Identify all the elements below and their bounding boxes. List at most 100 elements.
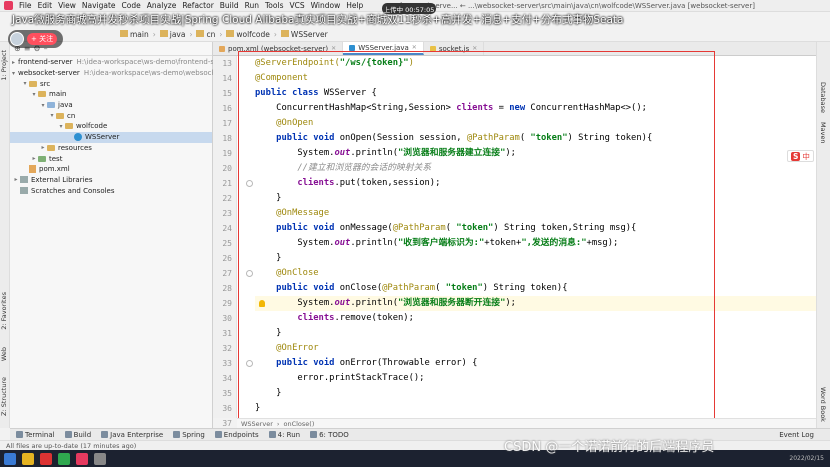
breakpoint-marker-icon[interactable] (246, 270, 253, 277)
start-icon[interactable] (4, 452, 16, 465)
expand-arrow-icon[interactable]: ▾ (12, 70, 15, 77)
code-line[interactable]: System.out.println("浏览器和服务器建立连接"); (255, 146, 516, 161)
chat-icon[interactable] (58, 452, 70, 465)
code-line[interactable]: System.out.println("浏览器和服务器断开连接"); (255, 296, 830, 311)
explorer-icon[interactable] (22, 452, 34, 465)
menu-window[interactable]: Window (311, 1, 341, 10)
code-line[interactable]: } (255, 386, 281, 401)
code-line[interactable]: public void onOpen(Session session, @Pat… (255, 131, 652, 146)
code-line[interactable]: public class WSServer { (255, 86, 377, 101)
expand-arrow-icon[interactable]: ▸ (12, 59, 15, 66)
expand-arrow-icon[interactable]: ▾ (21, 80, 29, 87)
menu-file[interactable]: File (19, 1, 32, 10)
expand-arrow-icon[interactable]: ▾ (30, 91, 38, 98)
left-tool-tab[interactable]: Web (0, 347, 10, 361)
code-line[interactable]: } (255, 401, 260, 416)
tree-item[interactable]: ▾ cn (10, 110, 212, 121)
intellij-taskbar-icon[interactable] (76, 452, 88, 465)
code-line[interactable]: clients.put(token,session); (255, 176, 440, 191)
menu-run[interactable]: Run (245, 1, 259, 10)
menu-view[interactable]: View (58, 1, 76, 10)
menu-refactor[interactable]: Refactor (182, 1, 213, 10)
menu-navigate[interactable]: Navigate (82, 1, 116, 10)
code-line[interactable]: @OnMessage (255, 206, 329, 221)
code-line[interactable]: error.printStackTrace(); (255, 371, 424, 386)
event-log-button[interactable]: Event Log (779, 431, 814, 439)
code-editor[interactable]: } } error.printStackTrace(); public void… (237, 56, 830, 418)
code-line[interactable]: @OnOpen (255, 116, 313, 131)
editor-tab[interactable]: pom.xml (websocket-server) ✕ (213, 42, 344, 55)
expand-arrow-icon[interactable]: ▾ (39, 102, 47, 109)
tool-window-button[interactable]: Spring (173, 431, 205, 439)
editor-crumb-item[interactable]: onClose() (283, 420, 314, 428)
code-line[interactable]: ConcurrentHashMap<String,Session> client… (255, 101, 647, 116)
nav-crumb[interactable]: main (120, 30, 149, 39)
editor-crumb-item[interactable]: WSServer (241, 420, 273, 428)
tree-item[interactable]: ▾ java (10, 100, 212, 111)
tool-window-button[interactable]: 4: Run (268, 431, 300, 439)
expand-arrow-icon[interactable]: ▸ (30, 155, 38, 162)
menu-code[interactable]: Code (122, 1, 141, 10)
close-icon[interactable]: ✕ (412, 44, 417, 51)
nav-crumb[interactable]: wolfcode (226, 30, 270, 39)
right-tool-tab[interactable]: Word Book (819, 387, 827, 422)
code-line[interactable]: } (255, 251, 281, 266)
tree-item[interactable]: ▸ test (10, 153, 212, 164)
tool-window-button[interactable]: 6: TODO (310, 431, 349, 439)
code-line[interactable]: System.out.println("收到客户端标识为:"+token+",发… (255, 236, 618, 251)
browser-icon[interactable] (40, 452, 52, 465)
tree-item[interactable]: ▾ websocket-server H:\idea-workspace\ws-de… (10, 68, 247, 79)
nav-crumb[interactable]: java (159, 30, 185, 39)
editor-tab[interactable]: WSServer.java ✕ (343, 42, 424, 55)
code-line[interactable]: @Component (255, 71, 308, 86)
expand-arrow-icon[interactable]: ▾ (57, 123, 65, 130)
code-line[interactable]: } (255, 191, 281, 206)
lightbulb-icon[interactable] (259, 300, 265, 307)
left-tool-tab[interactable]: 2: Favorites (0, 292, 10, 330)
menu-analyze[interactable]: Analyze (147, 1, 177, 10)
code-line[interactable]: @OnClose (255, 266, 318, 281)
menu-tools[interactable]: Tools (265, 1, 283, 10)
tree-item[interactable]: pom.xml (10, 164, 212, 175)
code-line[interactable]: public void onMessage(@PathParam( "token… (255, 221, 636, 236)
expand-arrow-icon[interactable]: ▸ (39, 144, 47, 151)
nav-crumb[interactable]: WSServer (280, 30, 328, 39)
follow-badge[interactable]: + 关注 (8, 30, 64, 48)
close-icon[interactable]: ✕ (472, 45, 477, 52)
left-tool-tab[interactable]: Z: Structure (0, 377, 10, 416)
code-line[interactable]: public void onError(Throwable error) { (255, 356, 477, 371)
tree-item[interactable]: ▾ src (10, 78, 212, 89)
follow-button[interactable]: + 关注 (27, 33, 58, 45)
menu-help[interactable]: Help (346, 1, 363, 10)
expand-arrow-icon[interactable]: ▸ (12, 176, 20, 183)
nav-crumb[interactable]: cn (196, 30, 215, 39)
tree-item[interactable]: WSServer (10, 131, 212, 143)
code-line[interactable]: //建立和浏览器的会话的映射关系 (255, 161, 431, 176)
tree-item[interactable]: Scratches and Consoles (10, 185, 212, 196)
tree-item[interactable]: ▸ resources (10, 143, 212, 154)
right-tool-tab[interactable]: Database (819, 82, 827, 113)
code-line[interactable]: clients.remove(token); (255, 311, 414, 326)
code-line[interactable]: public void onClose(@PathParam( "token")… (255, 281, 567, 296)
terminal-taskbar-icon[interactable] (94, 452, 106, 465)
code-line[interactable]: @OnError (255, 341, 318, 356)
tree-item[interactable]: ▸ External Libraries (10, 175, 212, 186)
tool-window-button[interactable]: Build (64, 431, 91, 439)
tool-window-button[interactable]: Java Enterprise (101, 431, 163, 439)
tree-item[interactable]: ▸ frontend-server H:\idea-workspace\ws-dem… (10, 57, 225, 68)
expand-arrow-icon[interactable]: ▾ (48, 112, 56, 119)
left-tool-tab[interactable]: 1: Project (0, 50, 10, 81)
ime-indicator[interactable]: S 中 (787, 150, 814, 162)
editor-tab[interactable]: socket.js ✕ (424, 42, 485, 55)
menu-edit[interactable]: Edit (38, 1, 53, 10)
breakpoint-marker-icon[interactable] (246, 360, 253, 367)
menu-vcs[interactable]: VCS (289, 1, 304, 10)
breakpoint-marker-icon[interactable] (246, 180, 253, 187)
tool-window-button[interactable]: Endpoints (214, 431, 259, 439)
code-line[interactable]: @ServerEndpoint("/ws/{token}") (255, 56, 414, 71)
right-tool-tab[interactable]: Maven (819, 122, 827, 144)
close-icon[interactable]: ✕ (331, 45, 336, 52)
tree-item[interactable]: ▾ main (10, 89, 212, 100)
code-line[interactable]: } (255, 326, 281, 341)
menu-build[interactable]: Build (220, 1, 239, 10)
